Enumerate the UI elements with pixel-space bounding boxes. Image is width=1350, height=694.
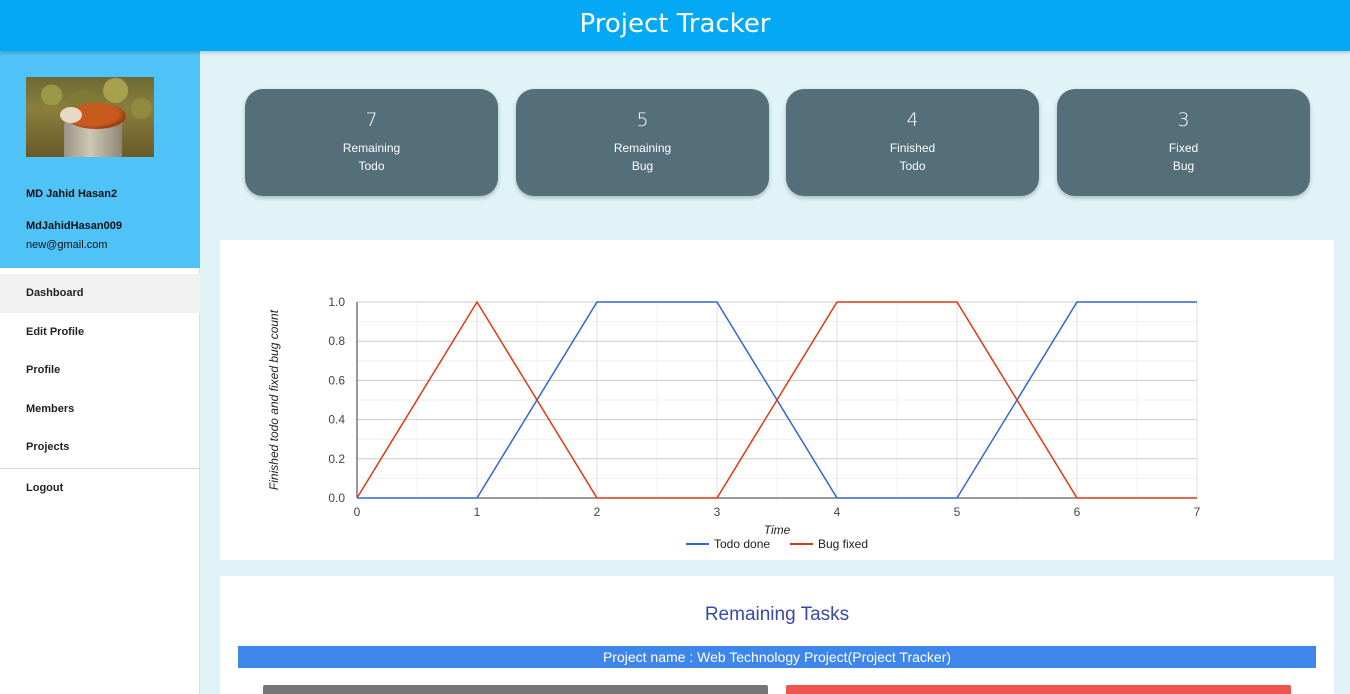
x-tick-label: 4 (834, 505, 841, 519)
y-tick-label: 0.6 (328, 373, 345, 387)
sidebar: MD Jahid Hasan2 MdJahidHasan009 new@gmai… (0, 51, 200, 694)
stat-value: 4 (906, 109, 919, 131)
y-tick-label: 0.4 (328, 413, 345, 427)
logout-link[interactable]: Logout (0, 469, 200, 508)
stat-label-line1: Remaining (342, 141, 401, 155)
stat-value: 3 (1177, 109, 1190, 131)
stat-label-line2: Bug (631, 159, 654, 173)
stat-label-line1: Finished (889, 141, 936, 155)
chart-panel: 0.0 0.2 0.4 0.6 0.8 1.0 0 1 2 3 4 5 6 7 Time Finished t… (220, 240, 1334, 560)
task-column-todo (263, 685, 768, 694)
y-tick-label: 0.2 (328, 452, 345, 466)
sidebar-item-projects[interactable]: Projects (0, 428, 200, 467)
x-tick-label: 3 (714, 505, 721, 519)
x-tick-label: 2 (594, 505, 601, 519)
stat-card-finished-todo[interactable]: 4 Finished Todo (786, 89, 1039, 196)
x-tick-label: 6 (1074, 505, 1081, 519)
top-app-bar: Project Tracker (0, 0, 1350, 51)
legend-label: Bug fixed (818, 537, 868, 551)
user-handle: MdJahidHasan009 (26, 220, 122, 232)
x-axis-label: Time (764, 523, 791, 537)
stat-value: 5 (636, 109, 649, 131)
stat-card-remaining-bug[interactable]: 5 Remaining Bug (516, 89, 769, 196)
remaining-tasks-panel: Remaining Tasks Project name : Web Techn… (220, 576, 1334, 694)
stat-label-line2: Todo (358, 159, 385, 173)
profile-box: MD Jahid Hasan2 MdJahidHasan009 new@gmai… (0, 51, 200, 268)
app-title: Project Tracker (579, 9, 771, 39)
remaining-tasks-title: Remaining Tasks (704, 604, 850, 625)
y-tick-label: 0.0 (328, 491, 345, 505)
y-axis-label: Finished todo and fixed bug count (267, 309, 281, 490)
x-tick-label: 1 (474, 505, 481, 519)
user-name: MD Jahid Hasan2 (26, 188, 118, 200)
x-tick-label: 7 (1194, 505, 1201, 519)
task-column-bug (786, 685, 1291, 694)
sidebar-item-edit-profile[interactable]: Edit Profile (0, 313, 200, 352)
sidebar-nav: Dashboard Edit Profile Profile Members P… (0, 274, 200, 507)
x-tick-label: 0 (354, 505, 361, 519)
stat-label-line2: Todo (899, 159, 926, 173)
avatar (26, 77, 154, 157)
y-tick-label: 1.0 (328, 295, 345, 309)
project-name-bar: Project name : Web Technology Project(Pr… (238, 646, 1316, 668)
sidebar-item-members[interactable]: Members (0, 390, 200, 429)
stat-card-fixed-bug[interactable]: 3 Fixed Bug (1057, 89, 1310, 196)
stat-label-line1: Fixed (1168, 141, 1199, 155)
stat-card-remaining-todo[interactable]: 7 Remaining Todo (245, 89, 498, 196)
sidebar-item-dashboard[interactable]: Dashboard (0, 274, 200, 313)
y-tick-label: 0.8 (328, 334, 345, 348)
x-tick-label: 5 (954, 505, 961, 519)
stat-label-line2: Bug (1172, 159, 1195, 173)
sidebar-item-profile[interactable]: Profile (0, 351, 200, 390)
line-chart: 0.0 0.2 0.4 0.6 0.8 1.0 0 1 2 3 4 5 6 7 Time Finished t… (267, 295, 1201, 551)
legend-label: Todo done (714, 537, 770, 551)
user-email: new@gmail.com (26, 239, 108, 251)
stat-value: 7 (365, 109, 378, 131)
stat-label-line1: Remaining (613, 141, 672, 155)
